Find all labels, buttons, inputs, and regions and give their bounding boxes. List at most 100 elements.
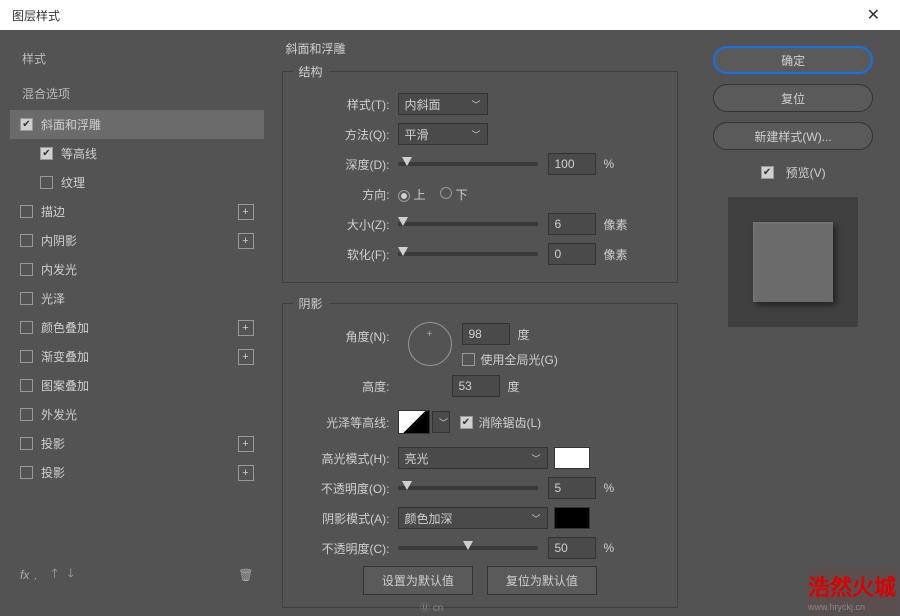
- chevron-down-icon: ﹀: [531, 512, 540, 525]
- sidebar-item-10[interactable]: 外发光: [10, 400, 264, 429]
- reset-default-button[interactable]: 复位为默认值: [487, 566, 597, 595]
- effect-checkbox[interactable]: [20, 437, 33, 450]
- shadow-opacity-input[interactable]: 50: [548, 537, 596, 559]
- shading-group: 阴影 角度(N): 98 度 使用全局光(G) 高度:: [282, 295, 679, 608]
- depth-unit: %: [604, 157, 615, 171]
- sidebar-item-2[interactable]: 纹理: [10, 168, 264, 197]
- highlight-mode-select[interactable]: 亮光﹀: [398, 447, 548, 469]
- move-down-icon[interactable]: 🡓: [68, 564, 74, 585]
- effect-checkbox[interactable]: [20, 379, 33, 392]
- sidebar-item-0[interactable]: ✔ 斜面和浮雕: [10, 110, 264, 139]
- effect-label: 等高线: [61, 145, 97, 162]
- size-slider[interactable]: [398, 222, 538, 226]
- effect-checkbox[interactable]: [20, 292, 33, 305]
- gloss-contour-label: 光泽等高线:: [293, 414, 398, 431]
- style-select[interactable]: 内斜面﹀: [398, 93, 488, 115]
- add-effect-icon[interactable]: +: [238, 204, 254, 220]
- add-effect-icon[interactable]: +: [238, 320, 254, 336]
- shadow-opacity-unit: %: [604, 541, 615, 555]
- effect-label: 描边: [41, 203, 65, 220]
- shadow-color-swatch[interactable]: [554, 507, 590, 529]
- altitude-input[interactable]: 53: [452, 375, 500, 397]
- sidebar-item-6[interactable]: 光泽: [10, 284, 264, 313]
- shadow-mode-label: 阴影模式(A):: [293, 510, 398, 527]
- antialias-checkbox[interactable]: ✔: [460, 416, 473, 429]
- direction-up-radio[interactable]: 上: [398, 186, 426, 203]
- style-label: 样式(T):: [293, 96, 398, 113]
- effect-label: 投影: [41, 464, 65, 481]
- blend-header[interactable]: 混合选项: [10, 75, 264, 110]
- sidebar-item-11[interactable]: 投影+: [10, 429, 264, 458]
- add-effect-icon[interactable]: +: [238, 436, 254, 452]
- altitude-label: 高度:: [293, 378, 398, 395]
- effect-checkbox[interactable]: [20, 205, 33, 218]
- preview-box: [728, 197, 858, 327]
- effect-label: 光泽: [41, 290, 65, 307]
- shadow-mode-select[interactable]: 颜色加深﹀: [398, 507, 548, 529]
- make-default-button[interactable]: 设置为默认值: [363, 566, 473, 595]
- chevron-down-icon: ﹀: [471, 128, 480, 141]
- depth-input[interactable]: 100: [548, 153, 596, 175]
- sidebar-item-7[interactable]: 颜色叠加 +: [10, 313, 264, 342]
- effect-checkbox[interactable]: [20, 321, 33, 334]
- sidebar-item-1[interactable]: ✔ 等高线: [10, 139, 264, 168]
- preview-checkbox[interactable]: ✔: [761, 166, 774, 179]
- sidebar-item-3[interactable]: 描边 +: [10, 197, 264, 226]
- shading-legend: 阴影: [293, 295, 329, 312]
- method-label: 方法(Q):: [293, 126, 398, 143]
- effect-checkbox[interactable]: [20, 466, 33, 479]
- add-effect-icon[interactable]: +: [238, 349, 254, 365]
- soften-input[interactable]: 0: [548, 243, 596, 265]
- sidebar-item-12[interactable]: 投影 +: [10, 458, 264, 487]
- sidebar-item-4[interactable]: 内阴影+: [10, 226, 264, 255]
- sidebar-item-9[interactable]: 图案叠加: [10, 371, 264, 400]
- effect-checkbox[interactable]: ✔: [20, 118, 33, 131]
- shadow-opacity-slider[interactable]: [398, 546, 538, 550]
- footer-logo: Ⓤ cn: [420, 599, 443, 614]
- angle-input[interactable]: 98: [462, 323, 510, 345]
- cancel-button[interactable]: 复位: [713, 84, 873, 112]
- highlight-color-swatch[interactable]: [554, 447, 590, 469]
- fx-menu-icon[interactable]: fx﹒: [20, 566, 41, 583]
- highlight-opacity-slider[interactable]: [398, 486, 538, 490]
- depth-slider[interactable]: [398, 162, 538, 166]
- gloss-contour-select[interactable]: ﹀: [432, 411, 450, 433]
- size-input[interactable]: 6: [548, 213, 596, 235]
- highlight-opacity-input[interactable]: 5: [548, 477, 596, 499]
- add-effect-icon[interactable]: +: [238, 233, 254, 249]
- effect-label: 纹理: [61, 174, 85, 191]
- chevron-down-icon: ﹀: [439, 416, 448, 429]
- close-icon[interactable]: ✕: [859, 5, 888, 25]
- effect-label: 颜色叠加: [41, 319, 89, 336]
- trash-icon[interactable]: 🗑: [238, 568, 253, 582]
- highlight-mode-label: 高光模式(H):: [293, 450, 398, 467]
- ok-button[interactable]: 确定: [713, 46, 873, 74]
- effects-sidebar: 样式 混合选项 ✔斜面和浮雕✔等高线纹理描边+内阴影+内发光光泽颜色叠加+渐变叠…: [10, 40, 264, 593]
- sidebar-item-8[interactable]: 渐变叠加+: [10, 342, 264, 371]
- gloss-contour-swatch[interactable]: [398, 410, 430, 434]
- global-light-label: 使用全局光(G): [481, 351, 558, 368]
- effect-checkbox[interactable]: [20, 263, 33, 276]
- soften-slider[interactable]: [398, 252, 538, 256]
- effect-checkbox[interactable]: [20, 234, 33, 247]
- new-style-button[interactable]: 新建样式(W)...: [713, 122, 873, 150]
- direction-down-radio[interactable]: 下: [440, 186, 468, 203]
- effect-checkbox[interactable]: [20, 350, 33, 363]
- effect-label: 外发光: [41, 406, 77, 423]
- watermark: 浩然火城 www.hryckj.cn: [806, 568, 898, 614]
- soften-unit: 像素: [604, 246, 628, 263]
- right-panel: 确定 复位 新建样式(W)... ✔ 预览(V): [696, 40, 890, 593]
- effect-checkbox[interactable]: [20, 408, 33, 421]
- style-header[interactable]: 样式: [10, 40, 264, 75]
- global-light-checkbox[interactable]: [462, 353, 475, 366]
- angle-dial[interactable]: [408, 322, 452, 366]
- add-effect-icon[interactable]: +: [238, 465, 254, 481]
- direction-label: 方向:: [293, 186, 398, 203]
- sidebar-item-5[interactable]: 内发光: [10, 255, 264, 284]
- method-select[interactable]: 平滑﹀: [398, 123, 488, 145]
- effect-checkbox[interactable]: [40, 176, 53, 189]
- preview-label: 预览(V): [786, 164, 826, 181]
- effect-checkbox[interactable]: ✔: [40, 147, 53, 160]
- move-up-icon[interactable]: 🡑: [51, 564, 57, 585]
- effect-label: 斜面和浮雕: [41, 116, 101, 133]
